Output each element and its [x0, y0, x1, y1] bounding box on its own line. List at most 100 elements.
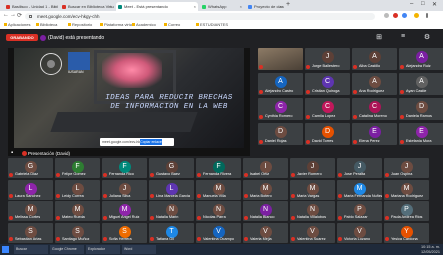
tab-close-icon[interactable]: × — [194, 2, 196, 11]
reload-icon[interactable]: ⟳ — [17, 12, 22, 19]
mic-muted-icon — [291, 172, 295, 177]
participant-tile[interactable]: G Gustavo Baez — [149, 158, 194, 178]
participant-tile[interactable]: C Camila Lopez — [305, 98, 350, 120]
pin-icon[interactable]: ▪ — [11, 150, 19, 157]
tab-close-icon[interactable]: × — [240, 2, 242, 11]
participant-tile[interactable]: D Daniela Ramos — [399, 98, 443, 120]
participant-tile[interactable]: A Alejandra Ruiz — [399, 48, 443, 70]
bookmark-item[interactable]: Aplicaciones — [4, 22, 30, 28]
taskbar-item[interactable]: Word — [122, 245, 156, 254]
participant-tile[interactable]: D David Torres — [305, 123, 350, 145]
bookmark-item[interactable]: Biblioteca — [36, 22, 57, 28]
participant-tile[interactable]: F Fernanda Rivera — [196, 158, 241, 178]
participant-tile[interactable]: M Maria Vargas — [290, 179, 335, 200]
copy-link-button[interactable]: Copiar enlace — [140, 139, 162, 145]
participant-tile[interactable]: C Cynthia Romero — [258, 98, 303, 120]
participant-tile[interactable]: A Alejandro Castro — [258, 73, 303, 95]
mic-muted-icon — [291, 215, 295, 220]
participant-tile[interactable]: J Juliana Silva — [102, 179, 147, 200]
participant-tile[interactable]: J Javier Romero — [290, 158, 335, 178]
participant-tile[interactable]: N Natalia Marin — [149, 201, 194, 221]
participant-avatar: C — [321, 101, 334, 113]
chat-icon[interactable]: ≡ — [396, 33, 410, 43]
participant-tile[interactable]: M Mateo Rueda — [55, 201, 100, 221]
participant-tile[interactable]: M Melissa Cortes — [8, 201, 53, 221]
taskbar-item[interactable]: Explorador — [86, 245, 120, 254]
participant-tile[interactable]: N Nicolas Parra — [196, 201, 241, 221]
participant-tile[interactable]: P Pablo Salazar — [337, 201, 382, 221]
participant-tile[interactable]: F Felipe Gomez — [55, 158, 100, 178]
tab-close-icon[interactable]: × — [54, 2, 56, 11]
browser-tab[interactable]: Proyecto de clase × — [246, 2, 284, 11]
bookmark-item[interactable]: ESTUDIANTES — [196, 22, 228, 28]
participant-tile[interactable]: L Laura Sanchez — [8, 179, 53, 200]
browser-tab[interactable]: Meet - Está presentando × — [116, 2, 198, 11]
participant-tile[interactable]: N Natalia Blanco — [243, 201, 288, 221]
participant-tile[interactable]: C Cristian Quiroga — [305, 73, 350, 95]
participant-name: Natalia Villalobos — [297, 215, 327, 219]
bookmark-item[interactable]: Academico — [132, 22, 156, 28]
participant-tile[interactable]: V Victoria Lozano — [337, 222, 382, 243]
bookmark-item[interactable]: Correo — [164, 22, 180, 28]
participant-tile[interactable]: A Alba Castillo — [352, 48, 397, 70]
menu-icon[interactable] — [426, 13, 428, 18]
bookmark-item[interactable]: Repositorio — [68, 22, 92, 28]
extension-icon[interactable] — [393, 13, 398, 18]
participant-tile[interactable]: V Valeria Mejia — [243, 222, 288, 243]
participant-tile[interactable]: V Valentina Ocampo — [196, 222, 241, 243]
profile-avatar[interactable] — [414, 13, 419, 18]
participant-tile[interactable]: J Jose Peralta — [337, 158, 382, 178]
participant-tile[interactable]: P Paula Andrea Rios — [384, 201, 429, 221]
participant-tile[interactable]: N Natalia Villalobos — [290, 201, 335, 221]
participant-tile[interactable]: M Maria Botero — [243, 179, 288, 200]
participant-tile[interactable]: S Sebastian Arias — [8, 222, 53, 243]
minimize-icon[interactable]: – — [410, 1, 413, 7]
grid-layout-icon[interactable]: ⊞ — [372, 33, 386, 43]
start-button[interactable] — [2, 246, 9, 253]
participant-tile[interactable]: M Manuela Villa — [196, 179, 241, 200]
tab-close-icon[interactable]: × — [280, 2, 282, 11]
participant-tile[interactable]: G Gabriela Diaz — [8, 158, 53, 178]
taskbar-item[interactable]: Buscar — [14, 245, 48, 254]
extension-icon[interactable] — [384, 13, 389, 18]
participant-tile[interactable]: M Mariana Rodriguez — [384, 179, 429, 200]
participant-tile[interactable]: I Isabel Ortiz — [243, 158, 288, 178]
settings-icon[interactable]: ⚙ — [420, 33, 434, 43]
close-icon[interactable]: ✕ — [432, 1, 437, 8]
participant-tile[interactable]: A Ayan Castle — [399, 73, 443, 95]
participant-tile[interactable]: J Juan Ospina — [384, 158, 429, 178]
tab-close-icon[interactable]: × — [110, 2, 112, 11]
extension-icon[interactable] — [402, 13, 407, 18]
participant-tile[interactable]: M Miguel Angel Ruiz — [102, 201, 147, 221]
mic-muted-icon — [400, 139, 404, 144]
participant-tile[interactable]: C Catalina Moreno — [352, 98, 397, 120]
meeting-link-field[interactable]: meet.google.com/ecv-hkgy-chh — [100, 138, 174, 146]
participant-tile[interactable]: L Lina Marcela Garcia — [149, 179, 194, 200]
participant-tile[interactable]: D Daniel Rojas — [258, 123, 303, 145]
back-icon[interactable]: ← — [3, 12, 9, 18]
forward-icon[interactable]: → — [10, 12, 16, 18]
mic-muted-icon — [56, 172, 60, 177]
url-input[interactable]: meet.google.com/ecv-hkgy-chh — [25, 12, 375, 20]
participant-avatar: E — [415, 126, 428, 138]
new-tab-button[interactable]: + — [286, 1, 290, 8]
browser-tab[interactable]: Basilisco - Unidad 1 - Bibliotecas× — [4, 2, 58, 11]
participant-tile[interactable]: E Estefania Mora — [399, 123, 443, 145]
participant-tile[interactable]: S Santiago Muñoz — [55, 222, 100, 243]
participant-tile[interactable]: F Fernanda Rico — [102, 158, 147, 178]
participant-tile[interactable]: V Valentina Suarez — [290, 222, 335, 243]
participant-tile[interactable]: M Maria Fernanda Nuñez — [337, 179, 382, 200]
browser-tab[interactable]: WhatsApp × — [200, 2, 244, 11]
participant-tile[interactable]: J Jorge Ballestero — [305, 48, 350, 70]
participant-tile[interactable]: E Elena Perez — [352, 123, 397, 145]
taskbar-item[interactable]: Google Chrome — [50, 245, 84, 254]
participant-tile[interactable]: Y Yesica Cardona — [384, 222, 429, 243]
maximize-icon[interactable]: □ — [421, 1, 425, 7]
browser-tab[interactable]: Buscar en Biblioteca Virtual × — [60, 2, 114, 11]
participant-tile[interactable] — [258, 48, 303, 70]
participant-tile[interactable]: A Ana Rodriguez — [352, 73, 397, 95]
participant-tile[interactable]: L Leidy Correa — [55, 179, 100, 200]
bookmark-item[interactable]: Plataforma virtual — [100, 22, 135, 28]
participant-tile[interactable]: S Sofia Herrera — [102, 222, 147, 243]
participant-tile[interactable]: T Tatiana Gil — [149, 222, 194, 243]
